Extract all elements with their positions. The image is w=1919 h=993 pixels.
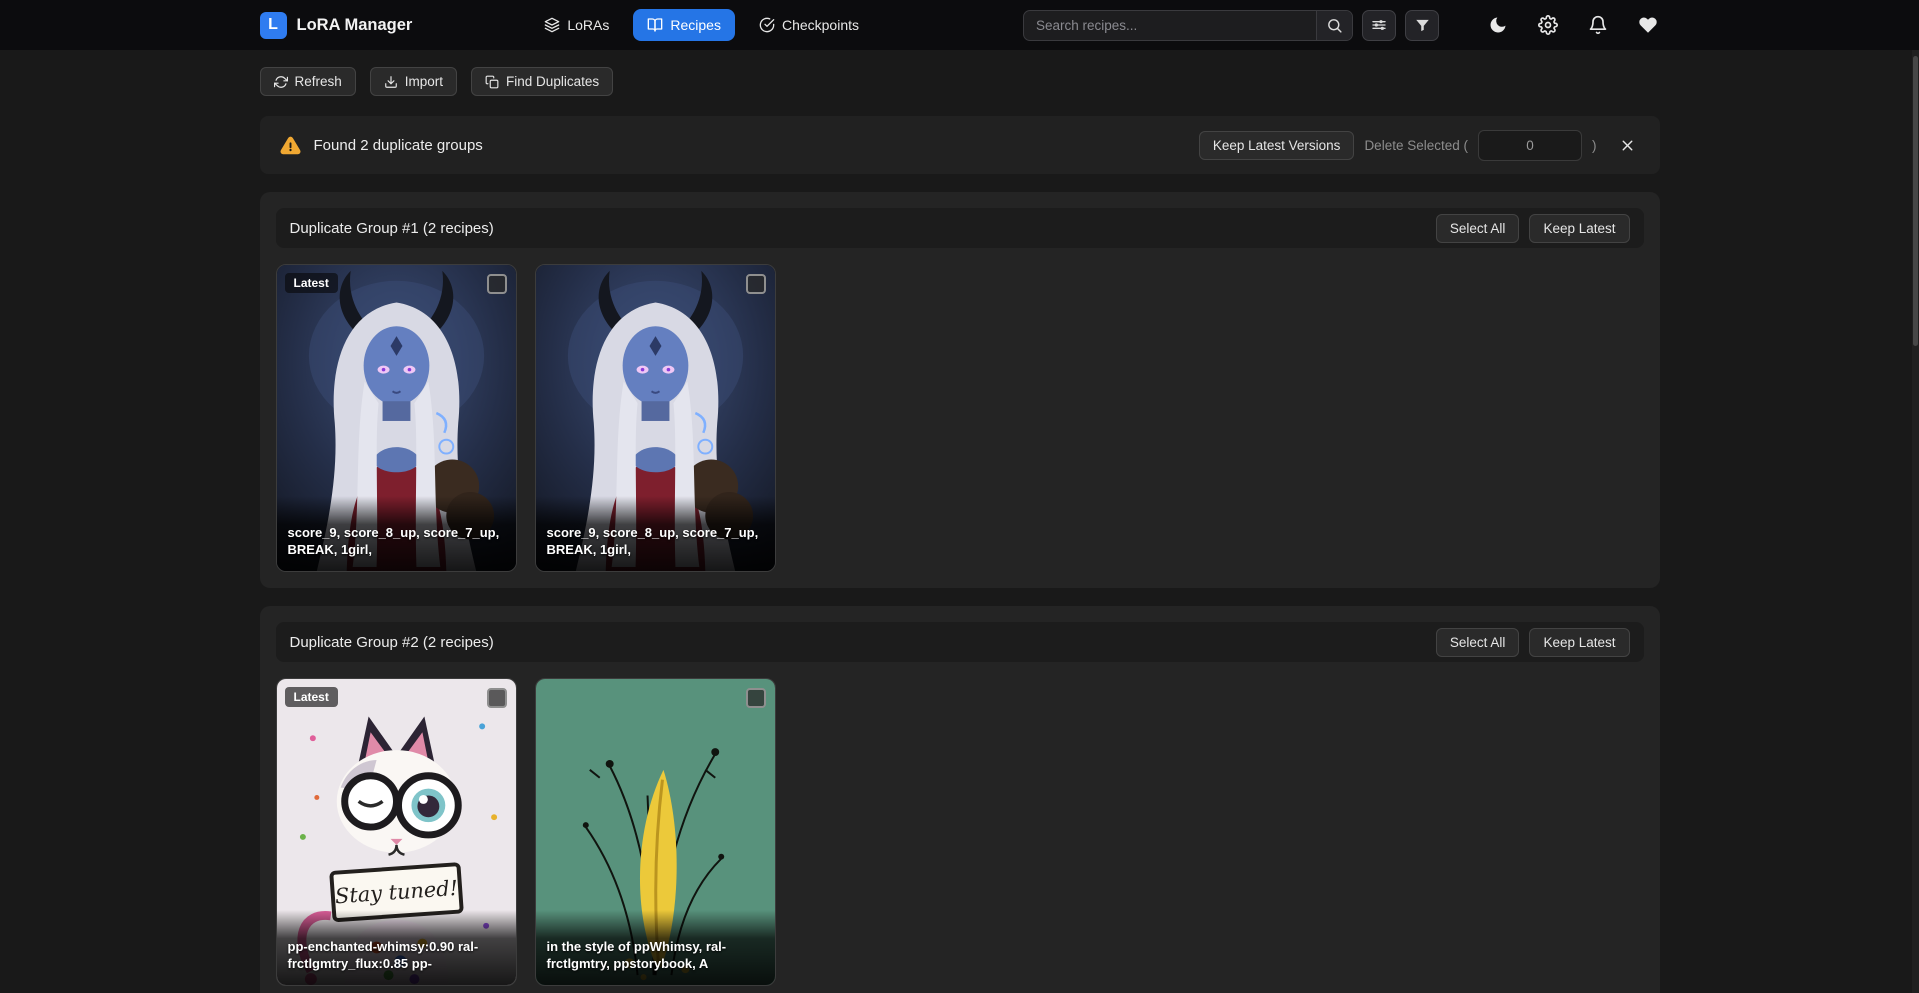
import-button-label: Import [405,74,443,89]
latest-badge: Latest [285,273,338,293]
recipe-caption: score_9, score_8_up, score_7_up, BREAK, … [277,496,516,571]
import-icon [384,75,398,89]
recipe-select-checkbox[interactable] [746,688,766,708]
banner-message: Found 2 duplicate groups [314,137,483,154]
notifications-button[interactable] [1586,13,1610,37]
recipe-card[interactable]: Latest score_9, score_8_up, score_7_up, … [276,264,517,572]
tab-checkpoints-label: Checkpoints [782,17,859,33]
group-2-title: Duplicate Group #2 (2 recipes) [290,634,494,651]
duplicate-group-2: Duplicate Group #2 (2 recipes) Select Al… [260,606,1660,993]
tab-loras[interactable]: LoRAs [530,9,623,41]
tab-recipes-label: Recipes [670,17,721,33]
gear-icon [1538,15,1558,35]
find-duplicates-button-label: Find Duplicates [506,74,599,89]
app-title: LoRA Manager [297,16,413,35]
tab-recipes[interactable]: Recipes [633,9,735,41]
recipe-card[interactable]: Stay tuned! Latest pp-enchanted-whimsy:0… [276,678,517,986]
filter-settings-button[interactable] [1362,10,1396,41]
support-button[interactable] [1636,13,1660,37]
toolbar: Refresh Import Find Duplicates [260,67,1660,96]
layers-icon [544,17,560,33]
refresh-button-label: Refresh [295,74,342,89]
bell-icon [1588,15,1608,35]
heart-icon [1638,15,1658,35]
search-button[interactable] [1316,11,1352,40]
delete-count-input[interactable] [1478,130,1582,161]
group-1-select-all-button[interactable]: Select All [1436,214,1520,243]
recipe-select-checkbox[interactable] [487,274,507,294]
tab-checkpoints[interactable]: Checkpoints [745,9,873,41]
scrollbar-thumb[interactable] [1913,56,1918,346]
keep-latest-versions-label: Keep Latest Versions [1213,138,1341,153]
latest-badge: Latest [285,687,338,707]
recipe-select-checkbox[interactable] [487,688,507,708]
duplicate-group-1: Duplicate Group #1 (2 recipes) Select Al… [260,192,1660,588]
tab-loras-label: LoRAs [567,17,609,33]
recipe-card[interactable]: score_9, score_8_up, score_7_up, BREAK, … [535,264,776,572]
navbar-inner: L LoRA Manager LoRAs Recipes Checkpoints [260,0,1660,50]
duplicates-icon [485,75,499,89]
check-circle-icon [759,17,775,33]
select-all-label: Select All [1450,635,1506,650]
group-1-keep-latest-button[interactable]: Keep Latest [1529,214,1629,243]
search-group [1023,10,1439,41]
theme-toggle-button[interactable] [1486,13,1510,37]
group-1-title: Duplicate Group #1 (2 recipes) [290,220,494,237]
group-2-header: Duplicate Group #2 (2 recipes) Select Al… [276,622,1644,662]
duplicates-banner: Found 2 duplicate groups Keep Latest Ver… [260,116,1660,174]
main-content: Refresh Import Find Duplicates Found 2 d… [260,50,1660,993]
recipe-caption: score_9, score_8_up, score_7_up, BREAK, … [536,496,775,571]
book-icon [647,17,663,33]
group-1-actions: Select All Keep Latest [1436,214,1630,243]
select-all-label: Select All [1450,221,1506,236]
keep-latest-label: Keep Latest [1543,221,1615,236]
nav-right-icons [1486,13,1660,37]
sliders-icon [1371,17,1387,33]
refresh-button[interactable]: Refresh [260,67,356,96]
keep-latest-versions-button[interactable]: Keep Latest Versions [1199,131,1355,160]
group-2-cards: Stay tuned! Latest pp-enchanted-whimsy:0… [276,678,1644,986]
import-button[interactable]: Import [370,67,457,96]
group-1-cards: Latest score_9, score_8_up, score_7_up, … [276,264,1644,572]
settings-button[interactable] [1536,13,1560,37]
app-brand[interactable]: L LoRA Manager [260,12,413,39]
nav-tabs: LoRAs Recipes Checkpoints [530,9,873,41]
filter-button[interactable] [1405,10,1439,41]
funnel-icon [1415,18,1430,33]
banner-actions: Keep Latest Versions Delete Selected ( ) [1199,130,1640,161]
group-1-header: Duplicate Group #1 (2 recipes) Select Al… [276,208,1644,248]
search-input[interactable] [1024,11,1316,40]
warning-icon [280,135,301,156]
group-2-actions: Select All Keep Latest [1436,628,1630,657]
scrollbar[interactable] [1912,50,1919,993]
close-icon [1619,137,1636,154]
moon-icon [1488,15,1508,35]
delete-selected-label: Delete Selected ( [1364,138,1468,153]
banner-close-button[interactable] [1615,133,1640,158]
navbar: L LoRA Manager LoRAs Recipes Checkpoints [0,0,1919,50]
group-2-keep-latest-button[interactable]: Keep Latest [1529,628,1629,657]
delete-selected-suffix: ) [1592,138,1597,153]
find-duplicates-button[interactable]: Find Duplicates [471,67,613,96]
keep-latest-label: Keep Latest [1543,635,1615,650]
recipe-caption: pp-enchanted-whimsy:0.90 ral-frctlgmtry_… [277,910,516,985]
app-logo: L [260,12,287,39]
recipe-select-checkbox[interactable] [746,274,766,294]
group-2-select-all-button[interactable]: Select All [1436,628,1520,657]
refresh-icon [274,75,288,89]
recipe-card[interactable]: in the style of ppWhimsy, ral-frctlgmtry… [535,678,776,986]
search-icon [1326,17,1343,34]
recipe-caption: in the style of ppWhimsy, ral-frctlgmtry… [536,910,775,985]
search-bar [1023,10,1353,41]
